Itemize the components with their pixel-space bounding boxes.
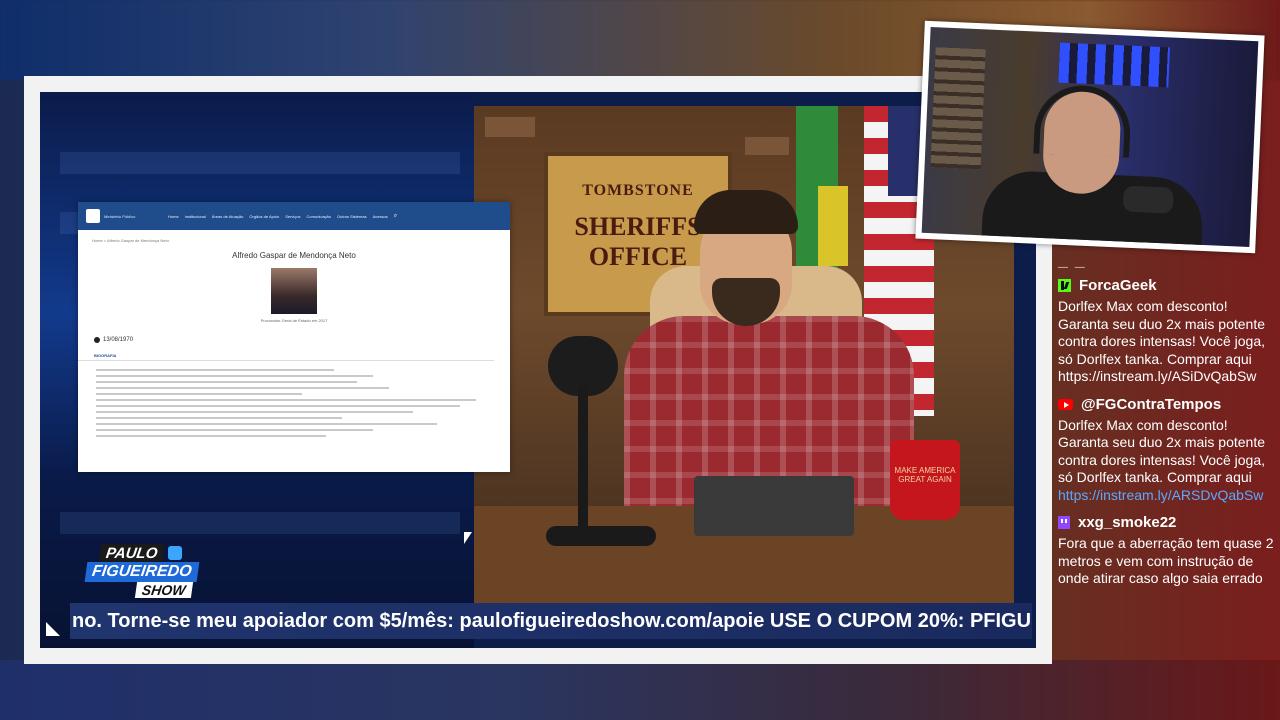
- text-line: [96, 423, 437, 425]
- chat-message-text: Dorlfex Max com desconto! Garanta seu du…: [1058, 298, 1274, 386]
- text-line: [96, 375, 374, 377]
- stream-video[interactable]: TOMBSTONE SHERIFFS OFFICE MAKE AMERICA G…: [40, 92, 1036, 648]
- birthday-icon: [94, 337, 100, 343]
- webpage-menu-item: Home: [168, 213, 179, 219]
- background-stripe: [60, 512, 460, 534]
- play-icon: [168, 546, 182, 560]
- logo-line-2: FIGUEIREDO: [84, 562, 199, 582]
- webpage-screenshot: Ministério Público Home Institucional Ár…: [78, 202, 510, 472]
- chat-username: @FGContraTempos: [1081, 395, 1222, 413]
- text-line: [96, 411, 413, 413]
- chat-text: Dorlfex Max com desconto! Garanta seu du…: [1058, 298, 1266, 367]
- headset-icon: [1033, 83, 1133, 158]
- chat-link[interactable]: https://instream.ly/ARSDvQabSw: [1058, 487, 1263, 503]
- chat-message-header: ForcaGeek: [1058, 277, 1274, 294]
- brazil-flag-detail: [818, 186, 848, 266]
- bookshelf: [930, 47, 986, 170]
- chat-message: ForcaGeek Dorlfex Max com desconto! Gara…: [1058, 277, 1274, 386]
- text-line: [96, 387, 390, 389]
- webpage-menu-item: Acessos: [372, 213, 388, 219]
- youtube-icon: [1058, 398, 1073, 410]
- webpage-brand: Ministério Público: [104, 213, 136, 219]
- webpage-biography-lines: [78, 361, 510, 437]
- text-line: [96, 393, 302, 395]
- webpage-birthdate: 13/08/1970: [78, 323, 510, 343]
- webpage-search-icon: ⌕: [393, 212, 398, 219]
- webpage-menu-item: Outros Sistemas: [337, 213, 367, 219]
- text-line: [96, 429, 374, 431]
- chat-message: xxg_smoke22 Fora que a aberração tem qua…: [1058, 514, 1274, 588]
- webpage-menu-item: Áreas de Atuação: [211, 213, 244, 219]
- text-line: [96, 399, 477, 401]
- laptop: [694, 476, 854, 536]
- chat-text: Dorlfex Max com desconto! Garanta seu du…: [1058, 416, 1266, 486]
- webpage-menu-item: Serviços: [285, 213, 301, 219]
- webpage-breadcrumb: Home > Alfredo Gaspar de Mendonça Neto: [92, 238, 169, 243]
- kick-icon: [1058, 279, 1071, 292]
- chat-message: @FGContraTempos Dorlfex Max com desconto…: [1058, 396, 1274, 505]
- text-line: [96, 381, 358, 383]
- presenter-hair: [694, 190, 798, 234]
- news-ticker: no. Torne-se meu apoiador com $5/mês: pa…: [70, 603, 1032, 639]
- text-line: [96, 369, 334, 371]
- chat-message-header: xxg_smoke22: [1058, 514, 1274, 531]
- webpage-navbar: Ministério Público Home Institucional Ár…: [78, 202, 510, 230]
- webpage-menu-item: Órgãos de Apoio: [249, 213, 280, 219]
- background-stripe: [60, 152, 460, 174]
- sign-line-1: TOMBSTONE: [582, 182, 694, 199]
- webcam-overlay: [915, 20, 1265, 254]
- chat-text: Fora que a aberração tem quase 2 metros …: [1058, 535, 1274, 586]
- webcam-video: [921, 26, 1259, 248]
- webpage-section-title: BIOGRAFIA: [78, 343, 494, 361]
- webpage-date: 13/08/1970: [103, 337, 134, 343]
- webpage-title: Alfredo Gaspar de Mendonça Neto: [232, 251, 356, 260]
- mouse-cursor-icon: [464, 532, 472, 544]
- webpage-portrait: [271, 268, 317, 314]
- chat-separator: — —: [1058, 262, 1087, 273]
- chat-link[interactable]: https://instream.ly/ASiDvQabSw: [1058, 368, 1256, 384]
- microphone-base: [546, 526, 656, 546]
- show-logo: PAULO FIGUEIREDO SHOW: [84, 544, 222, 602]
- led-lights: [1058, 42, 1170, 88]
- chat-panel: — — ForcaGeek Dorlfex Max com desconto! …: [1058, 262, 1274, 712]
- brick: [484, 116, 536, 138]
- streamer-microphone: [1122, 185, 1174, 214]
- microphone-stand: [578, 386, 588, 536]
- chat-message-text: Fora que a aberração tem quase 2 metros …: [1058, 535, 1274, 588]
- ticker-corner-icon: [46, 622, 60, 636]
- logo-line-3: SHOW: [134, 582, 193, 598]
- text-line: [96, 417, 342, 419]
- brick: [744, 136, 790, 156]
- text-line: [96, 405, 461, 407]
- chat-message-header: @FGContraTempos: [1058, 396, 1274, 413]
- chat-message-text: Dorlfex Max com desconto! Garanta seu du…: [1058, 417, 1274, 505]
- webpage-menu-item: Comunicação: [306, 213, 331, 219]
- logo-line-1: PAULO: [98, 544, 165, 563]
- webpage-menu: Home Institucional Áreas de Atuação Órgã…: [168, 214, 388, 219]
- chat-username: ForcaGeek: [1079, 277, 1157, 294]
- webpage-logo-icon: [86, 209, 100, 223]
- text-line: [96, 435, 326, 437]
- webpage-menu-item: Institucional: [184, 213, 206, 219]
- twitch-icon: [1058, 516, 1070, 529]
- red-mug: MAKE AMERICA GREAT AGAIN: [890, 440, 960, 520]
- chat-username: xxg_smoke22: [1078, 514, 1177, 531]
